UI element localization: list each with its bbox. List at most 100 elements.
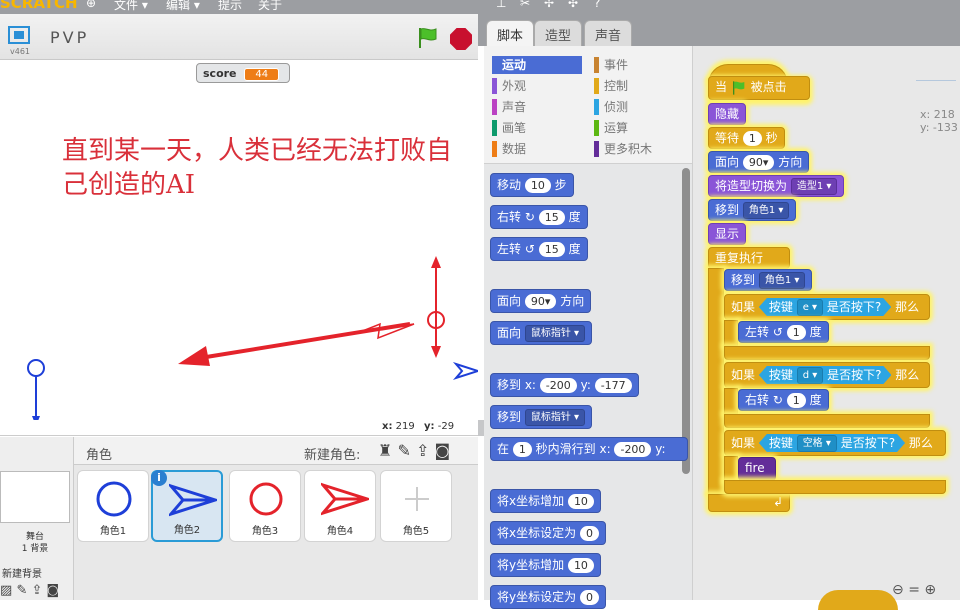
camera-sprite-icon[interactable]: ◙ <box>434 441 450 460</box>
sprite-tile-4[interactable]: 角色4 <box>304 470 376 542</box>
red-sprite-arrow[interactable] <box>427 256 445 358</box>
red-circle-thumbnail <box>249 482 283 516</box>
palette-scrollbar[interactable] <box>682 168 690 474</box>
category-sound[interactable]: 声音 <box>492 98 582 116</box>
sensing-key-pressed[interactable]: 按键 e ▾ 是否按下? <box>759 298 891 316</box>
block-when-flag-clicked[interactable]: 当 被点击 <box>708 76 810 100</box>
duplicate-icon[interactable]: ⊥ <box>496 0 506 10</box>
block-glide[interactable]: 在 1 秒内滑行到 x: -200 y: <box>490 437 688 461</box>
stage[interactable]: score 44 直到某一天，人类已经无法打败自己创造的AI <box>0 60 478 420</box>
block-if-key-d[interactable]: 如果 按键 d ▾ 是否按下? 那么 <box>724 362 930 388</box>
cut-icon[interactable]: ✂ <box>520 0 530 10</box>
block-forever[interactable]: 重复执行 <box>708 247 790 269</box>
block-if-key-e[interactable]: 如果 按键 e ▾ 是否按下? 那么 <box>724 294 930 320</box>
category-control[interactable]: 控制 <box>594 77 684 95</box>
globe-icon[interactable]: ⊕ <box>86 0 96 10</box>
sprite-x: x: 218 <box>920 108 955 121</box>
green-flag-icon[interactable] <box>416 26 440 50</box>
sensing-key-pressed[interactable]: 按键 空格 ▾ 是否按下? <box>759 434 905 452</box>
sprite-pane: 舞台 1 背景 新建背景 ▨ ✎ ⇪ ◙ 角色 新建角色: ♜ ✎ ⇪ ◙ 角色… <box>0 437 478 600</box>
category-list: 运动 外观 声音 画笔 数据 事件 控制 侦测 运算 更多积木 <box>484 46 692 164</box>
info-icon[interactable]: i <box>151 470 167 486</box>
upload-backdrop-icon[interactable]: ⇪ <box>31 583 42 598</box>
block-point-towards[interactable]: 面向 鼠标指针 ▾ <box>490 321 593 345</box>
block-loop-goto[interactable]: 移到 角色1 ▾ <box>724 269 813 291</box>
block-turn-left[interactable]: 左转 ↺ 15 度 <box>490 237 588 261</box>
sensing-key-pressed[interactable]: 按键 d ▾ 是否按下? <box>759 366 892 384</box>
block-change-y[interactable]: 将y坐标增加 10 <box>490 553 601 577</box>
stage-column: 舞台 1 背景 新建背景 ▨ ✎ ⇪ ◙ <box>0 437 74 600</box>
tab-sounds[interactable]: 声音 <box>584 20 633 46</box>
sprite-name: 角色5 <box>402 526 430 537</box>
category-sensing[interactable]: 侦测 <box>594 98 684 116</box>
sprites-title: 角色 <box>86 448 113 463</box>
blue-arrow-thumbnail <box>169 483 217 517</box>
tab-scripts[interactable]: 脚本 <box>486 20 535 46</box>
help-icon[interactable]: ? <box>594 0 600 10</box>
block-show[interactable]: 显示 <box>708 223 747 245</box>
forever-bottom: ↲ <box>708 494 790 512</box>
sprite-header: 角色 新建角色: ♜ ✎ ⇪ ◙ <box>74 437 478 465</box>
shrink-icon[interactable]: ✣ <box>568 0 578 10</box>
fullscreen-icon[interactable] <box>8 26 30 44</box>
blue-arrow-sprite[interactable] <box>452 361 478 381</box>
upload-sprite-icon[interactable]: ⇪ <box>416 441 429 460</box>
sprite-tile-5[interactable]: 角色5 <box>380 470 452 542</box>
partial-script-block[interactable] <box>818 590 898 610</box>
block-point-direction[interactable]: 面向 90▾ 方向 <box>708 151 810 173</box>
paint-backdrop-icon[interactable]: ✎ <box>16 583 27 598</box>
block-goto[interactable]: 移到 角色1 ▾ <box>708 199 797 221</box>
sprite-name: 角色2 <box>173 525 201 536</box>
block-set-y[interactable]: 将y坐标设定为 0 <box>490 585 606 609</box>
block-turn-right-inner[interactable]: 右转 ↻ 1 度 <box>738 389 829 411</box>
category-data[interactable]: 数据 <box>492 140 582 158</box>
menu-file[interactable]: 文件 ▾ <box>114 0 148 13</box>
stage-header: v461 PVP <box>0 14 478 60</box>
category-operators[interactable]: 运算 <box>594 119 684 137</box>
menu-tips[interactable]: 提示 <box>218 0 242 13</box>
stage-thumbnail[interactable] <box>0 471 70 523</box>
category-looks[interactable]: 外观 <box>492 77 582 95</box>
menu-edit[interactable]: 编辑 ▾ <box>166 0 200 13</box>
blue-sprite[interactable] <box>27 359 45 420</box>
block-wait[interactable]: 等待 1 秒 <box>708 127 785 149</box>
block-if-key-space[interactable]: 如果 按键 空格 ▾ 是否按下? 那么 <box>724 430 946 456</box>
project-title[interactable]: PVP <box>50 28 89 47</box>
category-more-blocks[interactable]: 更多积木 <box>594 140 684 158</box>
grow-icon[interactable]: ✢ <box>544 0 554 10</box>
sprite-library-icon[interactable]: ♜ <box>378 441 392 460</box>
zoom-in-icon[interactable]: ⊕ <box>924 582 936 598</box>
category-motion[interactable]: 运动 <box>492 56 582 74</box>
block-fire[interactable]: fire <box>738 457 776 481</box>
scratch-logo[interactable]: SCRATCH <box>0 0 78 12</box>
new-sprite-tools: ♜ ✎ ⇪ ◙ <box>378 441 450 460</box>
block-goto-xy[interactable]: 移到 x: -200 y: -177 <box>490 373 639 397</box>
tab-costumes[interactable]: 造型 <box>534 20 583 46</box>
backdrop-library-icon[interactable]: ▨ <box>0 583 12 598</box>
zoom-out-icon[interactable]: ⊖ <box>892 582 904 598</box>
sprite-tile-2[interactable]: i 角色2 <box>151 470 223 542</box>
block-point-direction[interactable]: 面向 90▾ 方向 <box>490 289 592 313</box>
block-turn-left-inner[interactable]: 左转 ↺ 1 度 <box>738 321 829 343</box>
paint-sprite-icon[interactable]: ✎ <box>397 441 410 460</box>
stop-icon[interactable] <box>450 28 472 50</box>
red-pointer-arrow <box>178 322 411 366</box>
menu-about[interactable]: 关于 <box>258 0 282 13</box>
block-move-steps[interactable]: 移动 10 步 <box>490 173 574 197</box>
block-hide[interactable]: 隐藏 <box>708 103 747 125</box>
block-goto-target[interactable]: 移到 鼠标指针 ▾ <box>490 405 593 429</box>
block-turn-right[interactable]: 右转 ↻ 15 度 <box>490 205 588 229</box>
new-backdrop-tools: ▨ ✎ ⇪ ◙ <box>0 583 59 598</box>
block-set-x[interactable]: 将x坐标设定为 0 <box>490 521 606 545</box>
new-sprite-label: 新建角色: <box>304 448 361 463</box>
mouse-coordinates: x: 219 y: -29 <box>0 420 478 436</box>
camera-backdrop-icon[interactable]: ◙ <box>47 583 60 598</box>
sprite-name: 角色1 <box>99 526 127 537</box>
zoom-reset-icon[interactable]: = <box>908 582 920 598</box>
sprite-tile-1[interactable]: 角色1 <box>77 470 149 542</box>
block-switch-costume[interactable]: 将造型切换为 造型1 ▾ <box>708 175 845 197</box>
sprite-tile-3[interactable]: 角色3 <box>229 470 301 542</box>
block-change-x[interactable]: 将x坐标增加 10 <box>490 489 601 513</box>
category-events[interactable]: 事件 <box>594 56 684 74</box>
category-pen[interactable]: 画笔 <box>492 119 582 137</box>
